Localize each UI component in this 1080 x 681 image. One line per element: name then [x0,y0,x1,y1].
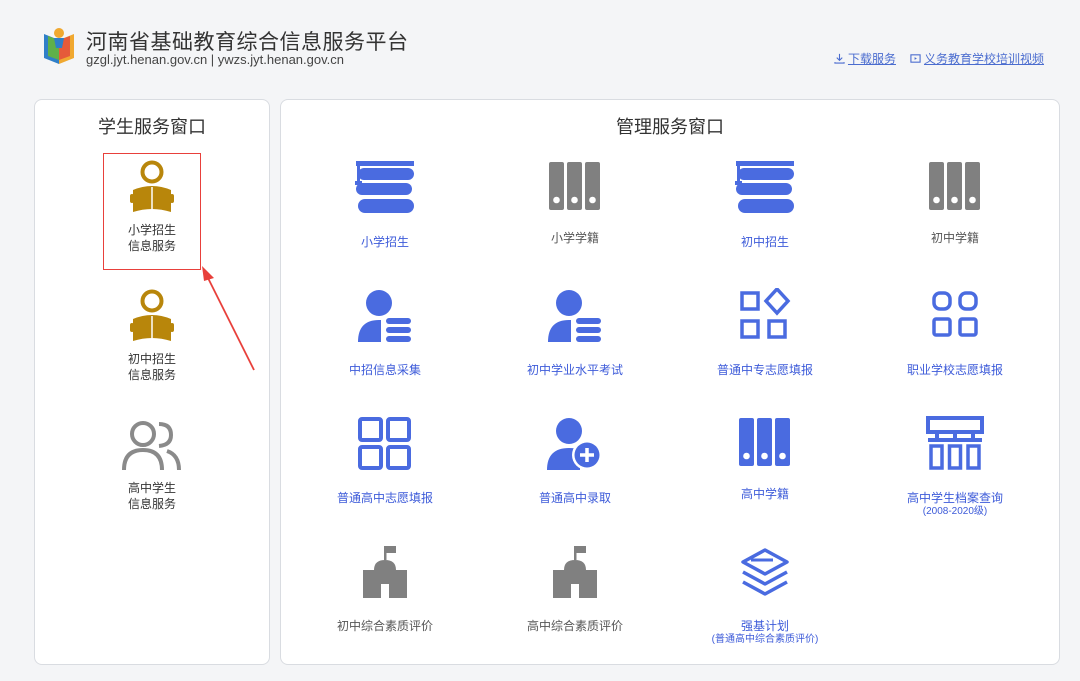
user-add-icon [547,418,602,470]
layers-icon [741,548,789,596]
senior-quality-evaluation-tile[interactable]: 高中综合素质评价 [485,544,665,634]
download-link[interactable]: 下载服务 [834,50,896,67]
vocational-school-application-label: 职业学校志愿填报 [906,363,1003,377]
exam-info-collection-tile[interactable]: 中招信息采集 [295,288,475,378]
apps-grid-icon [932,291,978,337]
junior-enrollment-tile-label: 初中招生 [740,235,789,249]
binders-icon [549,162,600,210]
junior-proficiency-exam-label: 初中学业水平考试 [526,363,623,377]
senior-student-line1: 高中学生 [127,481,176,495]
primary-enrollment-tile-label: 小学招生 [360,235,409,249]
primary-registry-tile[interactable]: 小学学籍 [485,160,665,246]
video-icon [910,54,921,63]
primary-registry-tile-label: 小学学籍 [550,231,599,245]
senior-student-label: 高中学生 信息服务 [105,480,199,512]
logo-icon [44,28,74,64]
reader-icon [130,289,174,341]
annotation-arrow [202,266,255,371]
strong-foundation-plan-tile[interactable]: 强基计划 (普通高中综合素质评价) [675,544,855,646]
primary-enrollment-label: 小学招生 信息服务 [105,222,199,254]
top-links: 下载服务 义务教育学校培训视频 [834,50,1044,67]
binders-icon [929,162,980,210]
org-chart-icon [926,416,984,470]
senior-student-line2: 信息服务 [127,497,176,511]
apps-diamond-icon [740,288,791,339]
management-service-panel: 管理服务窗口 小学招生 小学学籍 初中招生 初中学籍 中招信息采集 初中学业水平… [280,99,1060,665]
primary-enrollment-tile[interactable]: 小学招生 [295,160,475,250]
junior-enrollment-tile[interactable]: 初中招生 [675,160,855,250]
strong-foundation-plan-label: 强基计划 [740,619,789,633]
download-link-label: 下载服务 [847,52,896,66]
binders-icon [739,418,790,466]
student-panel-title: 学生服务窗口 [98,117,206,137]
senior-registry-tile[interactable]: 高中学籍 [675,416,855,502]
senior-archive-query-sublabel: (2008-2020级) [922,506,988,517]
junior-enrollment-line1: 初中招生 [127,352,176,366]
junior-enrollment-line2: 信息服务 [127,368,176,382]
management-panel-title: 管理服务窗口 [616,117,724,137]
junior-enrollment-info-service[interactable]: 初中招生 信息服务 [105,289,199,383]
senior-high-admission-label: 普通高中录取 [538,491,611,505]
secondary-vocational-application-tile[interactable]: 普通中专志愿填报 [675,288,855,378]
graduation-books-icon [735,161,794,213]
training-video-link-label: 义务教育学校培训视频 [923,52,1044,66]
graduation-books-icon [355,161,414,213]
senior-quality-evaluation-label: 高中综合素质评价 [526,619,623,633]
senior-archive-query-label: 高中学生档案查询 [906,491,1003,505]
senior-registry-label: 高中学籍 [740,487,789,501]
school-icon [553,546,597,598]
user-list-icon [548,290,601,342]
primary-enrollment-line2: 信息服务 [127,239,176,253]
school-icon [363,546,407,598]
user-list-icon [358,290,411,342]
junior-quality-evaluation-label: 初中综合素质评价 [336,619,433,633]
secondary-vocational-application-label: 普通中专志愿填报 [716,363,813,377]
strong-foundation-plan-sublabel: (普通高中综合素质评价) [711,634,819,645]
senior-high-application-tile[interactable]: 普通高中志愿填报 [295,416,475,506]
exam-info-collection-label: 中招信息采集 [348,363,421,377]
download-icon [834,53,845,64]
users-icon [122,421,181,471]
reader-icon [130,160,174,212]
senior-student-info-service[interactable]: 高中学生 信息服务 [105,418,199,512]
junior-registry-tile-label: 初中学籍 [930,231,979,245]
site-domains: gzgl.jyt.henan.gov.cn | ywzs.jyt.henan.g… [86,52,344,67]
primary-enrollment-line1: 小学招生 [127,223,176,237]
primary-enrollment-info-service[interactable]: 小学招生 信息服务 [105,160,199,254]
student-service-panel: 学生服务窗口 小学招生 信息服务 初中招生 信息服务 高中学生 信息服务 [34,99,270,665]
senior-archive-query-tile[interactable]: 高中学生档案查询 (2008-2020级) [865,416,1045,518]
junior-proficiency-exam-tile[interactable]: 初中学业水平考试 [485,288,665,378]
senior-high-application-label: 普通高中志愿填报 [336,491,433,505]
header: 河南省基础教育综合信息服务平台 gzgl.jyt.henan.gov.cn | … [0,0,1080,90]
junior-enrollment-label: 初中招生 信息服务 [105,351,199,383]
vocational-school-application-tile[interactable]: 职业学校志愿填报 [865,288,1045,378]
grid-icon [358,417,411,470]
senior-high-admission-tile[interactable]: 普通高中录取 [485,416,665,506]
junior-registry-tile[interactable]: 初中学籍 [865,160,1045,246]
training-video-link[interactable]: 义务教育学校培训视频 [910,50,1044,67]
junior-quality-evaluation-tile[interactable]: 初中综合素质评价 [295,544,475,634]
